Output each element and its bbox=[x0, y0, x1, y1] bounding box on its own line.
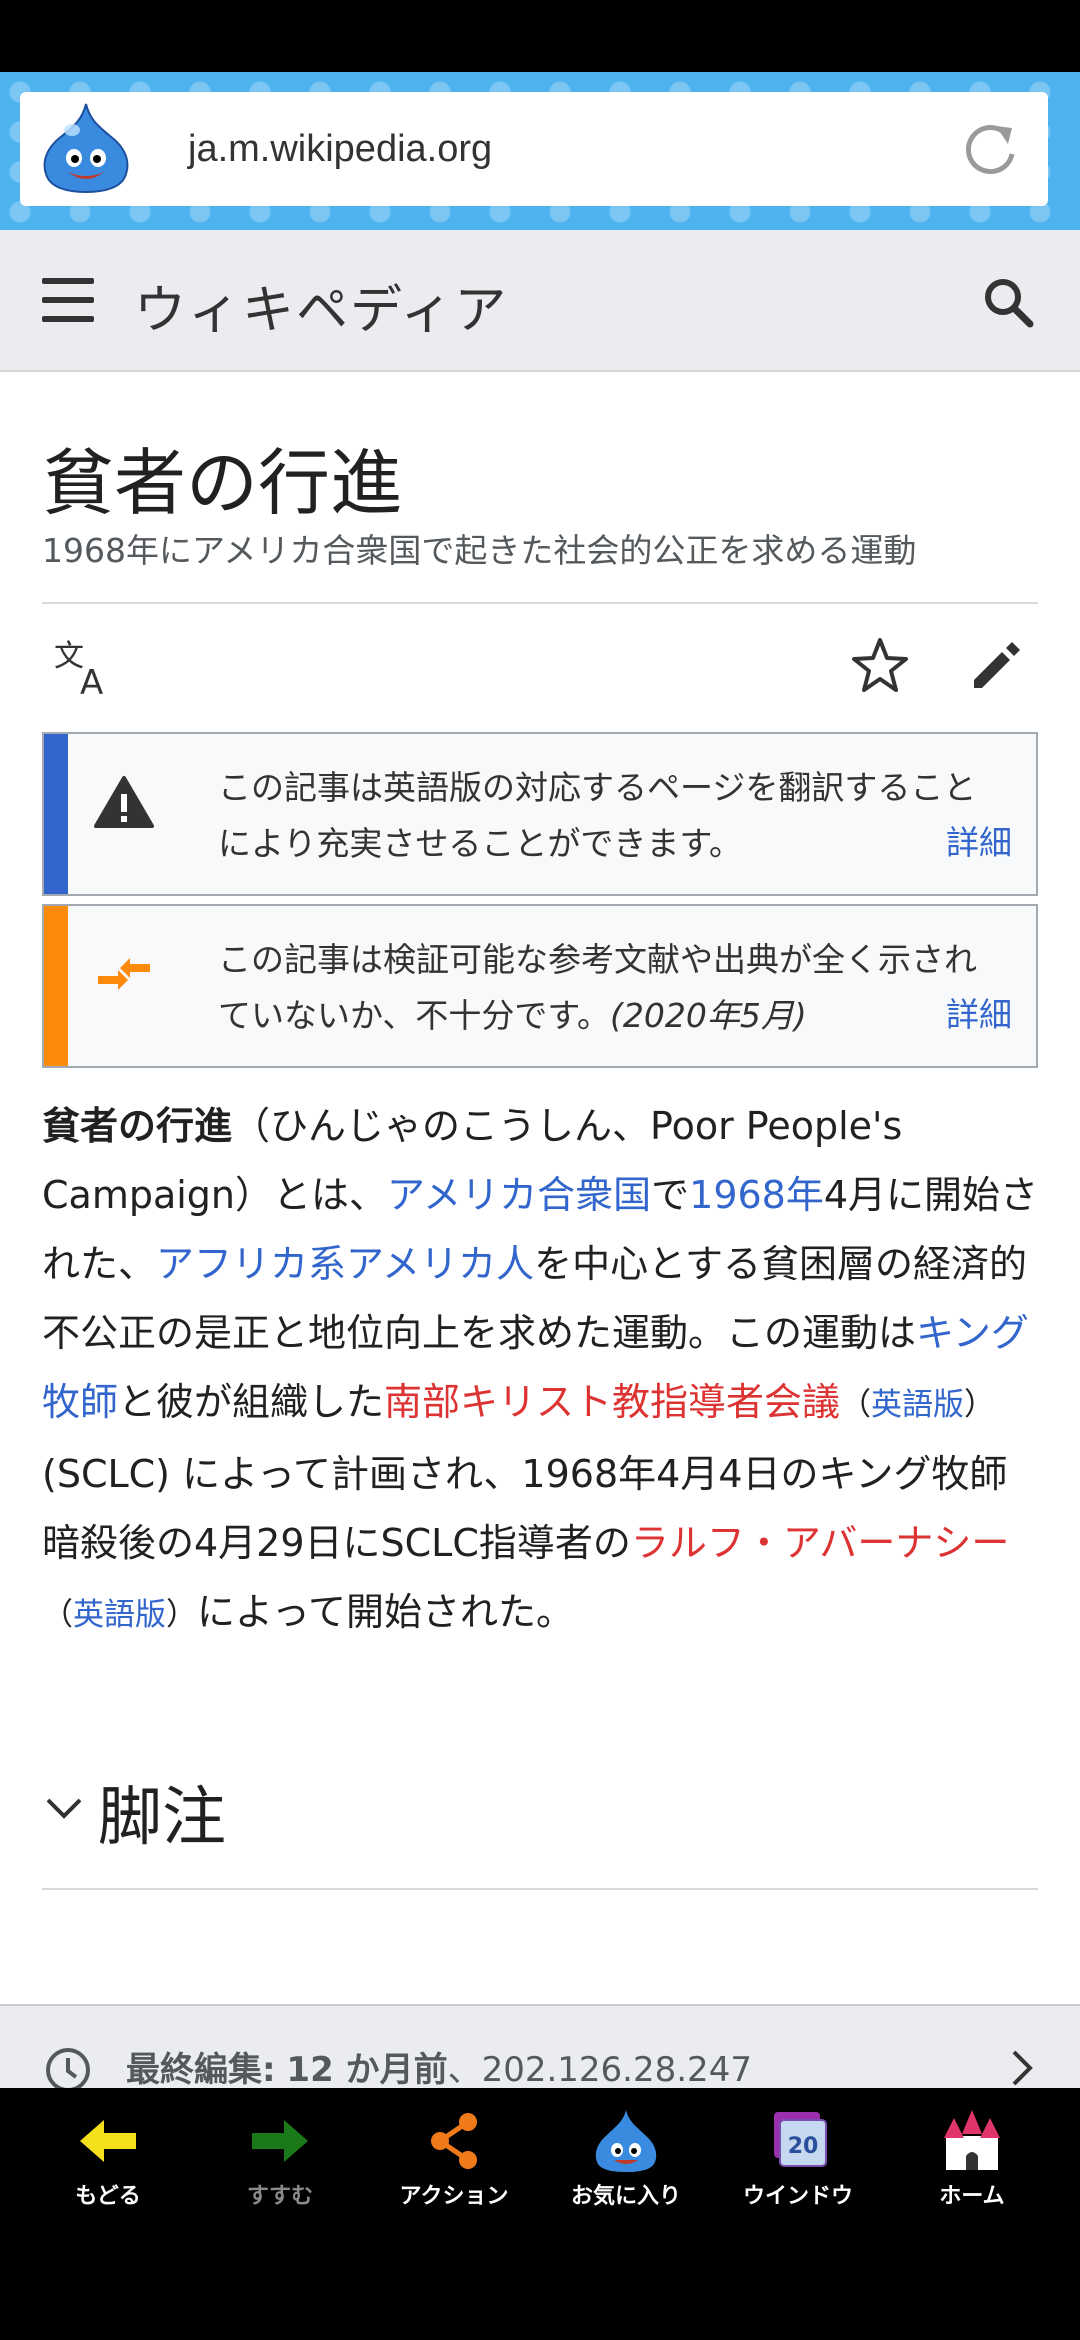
language-icon[interactable]: 文 A bbox=[52, 636, 116, 700]
link-sclc[interactable]: 南部キリスト教指導者会議 bbox=[384, 1380, 840, 1424]
paren: ） bbox=[166, 1597, 197, 1633]
nav-label: お気に入り bbox=[570, 2184, 681, 2209]
nav-forward-button[interactable]: すすむ bbox=[200, 2108, 360, 2218]
nav-back-button[interactable]: もどる bbox=[28, 2108, 188, 2218]
link-1968[interactable]: 1968年 bbox=[689, 1173, 824, 1217]
nav-action-button[interactable]: アクション bbox=[374, 2108, 534, 2218]
link-ralph[interactable]: ラルフ・アバーナシー bbox=[631, 1521, 1009, 1565]
divider bbox=[42, 602, 1038, 604]
share-icon bbox=[431, 2113, 477, 2169]
notice-body: この記事は検証可能な参考文献や出典が全く示されていないか、不十分です。 bbox=[218, 940, 977, 1035]
body-text: によって開始された。 bbox=[197, 1590, 574, 1634]
nav-favorites-button[interactable]: お気に入り bbox=[546, 2108, 706, 2218]
bottom-navigation: もどる すすむ アクション お気に入り 20 ウインドウ ホーム bbox=[0, 2088, 1080, 2340]
notice-date: (2020年5月) bbox=[610, 996, 807, 1035]
page-subtitle: 1968年にアメリカ合衆国で起きた社会的公正を求める運動 bbox=[42, 531, 917, 570]
last-edit-label: 最終編集: bbox=[126, 2050, 276, 2088]
hamburger-menu-icon[interactable] bbox=[42, 278, 94, 322]
page-title: 貧者の行進 bbox=[42, 441, 403, 525]
wiki-header: ウィキペディア bbox=[0, 230, 1080, 372]
slime-logo-icon[interactable] bbox=[38, 100, 134, 196]
body-text: で bbox=[651, 1173, 690, 1217]
star-icon[interactable] bbox=[848, 634, 912, 698]
last-edited-bar[interactable]: 最終編集: 12 か月前、202.126.28.247 bbox=[0, 2004, 1080, 2088]
link-english-version[interactable]: 英語版 bbox=[871, 1387, 964, 1423]
notice-more-link[interactable]: 詳細 bbox=[946, 816, 1012, 864]
url-text[interactable]: ja.m.wikipedia.org bbox=[188, 128, 492, 171]
forward-arrow-icon bbox=[252, 2120, 308, 2162]
browser-toolbar: ja.m.wikipedia.org bbox=[0, 72, 1080, 230]
paren: ） bbox=[964, 1387, 996, 1423]
slime-favorite-icon bbox=[595, 2110, 657, 2172]
back-arrow-icon bbox=[80, 2120, 136, 2162]
bold-title: 貧者の行進 bbox=[42, 1104, 233, 1148]
reload-icon[interactable] bbox=[960, 120, 1020, 180]
chevron-down-icon bbox=[46, 1798, 82, 1819]
link-english-version[interactable]: 英語版 bbox=[73, 1597, 166, 1633]
link-usa[interactable]: アメリカ合衆国 bbox=[387, 1173, 651, 1217]
search-icon[interactable] bbox=[978, 272, 1038, 332]
edit-pencil-icon[interactable] bbox=[964, 634, 1028, 698]
last-edit-ip: 202.126.28.247 bbox=[481, 2050, 752, 2088]
wikipedia-logo[interactable]: ウィキペディア bbox=[134, 268, 508, 343]
nav-home-button[interactable]: ホーム bbox=[892, 2108, 1052, 2218]
section-title: 脚注 bbox=[98, 1781, 226, 1855]
notice-bar bbox=[44, 906, 68, 1066]
notice-text: この記事は検証可能な参考文献や出典が全く示されていないか、不十分です。(2020… bbox=[218, 932, 998, 1044]
nav-window-button[interactable]: 20 ウインドウ bbox=[718, 2108, 878, 2218]
warning-icon bbox=[94, 776, 154, 828]
article-content: 貧者の行進 1968年にアメリカ合衆国で起きた社会的公正を求める運動 文 A こ… bbox=[0, 372, 1080, 2088]
status-bar bbox=[0, 0, 1080, 72]
notice-bar bbox=[44, 734, 68, 894]
link-african-american[interactable]: アフリカ系アメリカ人 bbox=[156, 1242, 534, 1286]
nav-label: ウインドウ bbox=[742, 2184, 853, 2209]
last-edit-text: 最終編集: 12 か月前、202.126.28.247 bbox=[126, 2042, 752, 2088]
translation-notice: この記事は英語版の対応するページを翻訳することにより充実させることができます。 … bbox=[42, 732, 1038, 896]
article-body: 貧者の行進（ひんじゃのこうしん、Poor People's Campaign）と… bbox=[42, 1092, 1042, 1650]
last-edit-separator: 、 bbox=[447, 2050, 482, 2088]
nav-label: すすむ bbox=[246, 2184, 313, 2209]
notice-more-link[interactable]: 詳細 bbox=[946, 988, 1012, 1036]
nav-label: もどる bbox=[75, 2184, 141, 2209]
divider bbox=[42, 1888, 1038, 1890]
chevron-right-icon bbox=[1012, 2050, 1033, 2086]
svg-text:A: A bbox=[80, 663, 103, 700]
window-count: 20 bbox=[788, 2134, 819, 2159]
merge-arrows-icon bbox=[98, 958, 150, 990]
last-edit-time: 12 か月前 bbox=[286, 2050, 448, 2088]
paren: （ bbox=[840, 1387, 872, 1423]
window-count-icon: 20 bbox=[774, 2112, 827, 2167]
sources-notice: この記事は検証可能な参考文献や出典が全く示されていないか、不十分です。(2020… bbox=[42, 904, 1038, 1068]
nav-label: ホーム bbox=[939, 2184, 1005, 2209]
history-icon bbox=[46, 2048, 90, 2088]
nav-label: アクション bbox=[399, 2184, 509, 2209]
notice-text: この記事は英語版の対応するページを翻訳することにより充実させることができます。 bbox=[218, 768, 977, 863]
body-text: と彼が組織した bbox=[118, 1380, 385, 1424]
url-bar[interactable]: ja.m.wikipedia.org bbox=[20, 92, 1048, 206]
paren: （ bbox=[42, 1597, 73, 1633]
castle-home-icon bbox=[944, 2110, 1000, 2170]
